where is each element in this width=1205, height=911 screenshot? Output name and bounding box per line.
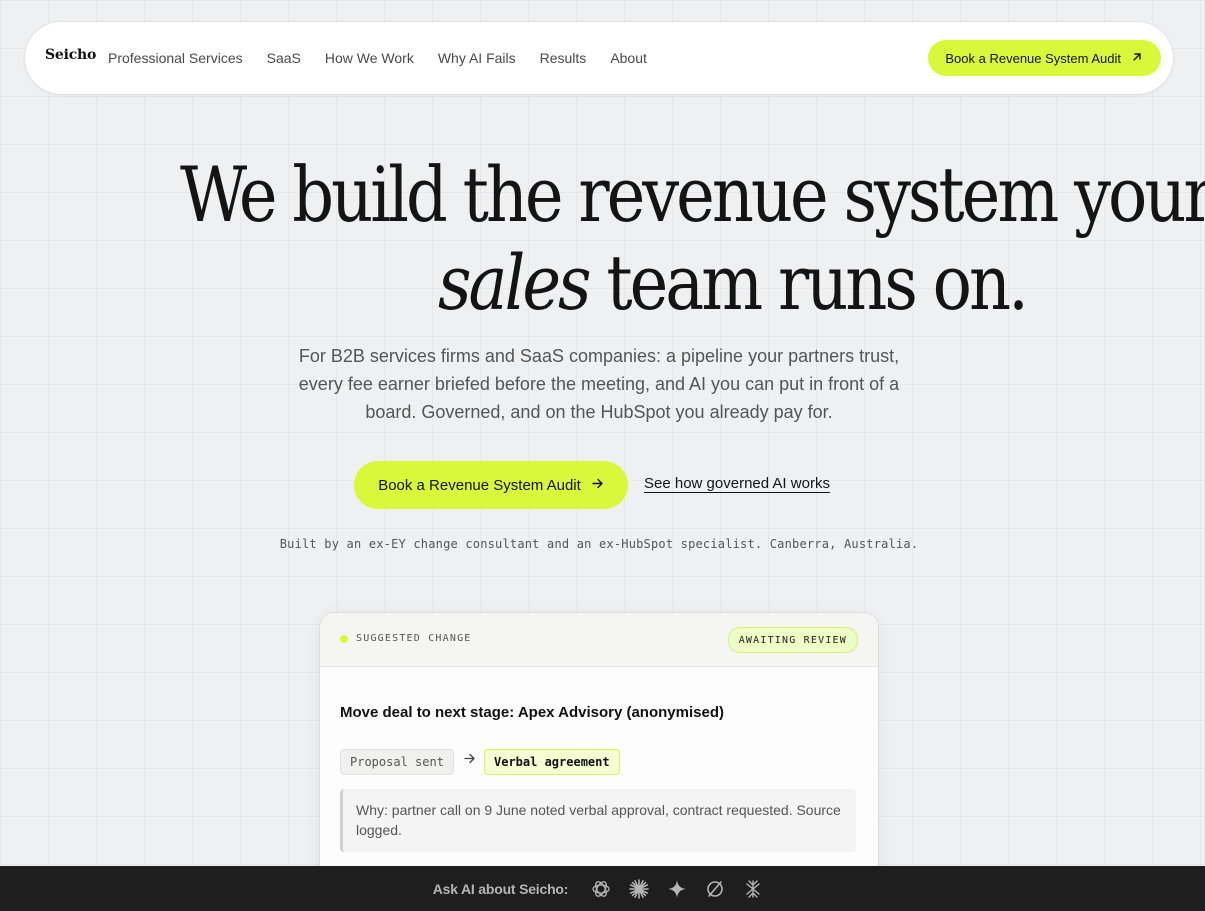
claude-icon[interactable] [628, 878, 650, 900]
grok-icon[interactable] [742, 878, 764, 900]
arrow-right-icon [591, 477, 604, 494]
nav-links: Professional Services SaaS How We Work W… [108, 50, 647, 66]
perplexity-icon[interactable] [704, 878, 726, 900]
logo[interactable]: Seicho [45, 47, 96, 63]
founders-credit: Built by an ex-EY change consultant and … [279, 537, 919, 551]
to-stage-chip: Verbal agreement [484, 749, 620, 775]
nav-link-how-we-work[interactable]: How We Work [325, 50, 414, 66]
from-stage-chip: Proposal sent [340, 749, 454, 775]
card-title: Move deal to next stage: Apex Advisory (… [340, 704, 724, 721]
card-label: SUGGESTED CHANGE [356, 633, 472, 644]
ask-ai-label: Ask AI about Seicho: [432, 880, 569, 897]
gemini-icon[interactable] [666, 878, 688, 900]
hero-heading-line1: We build the revenue system your [180, 150, 1205, 239]
book-audit-button[interactable]: Book a Revenue System Audit [354, 461, 628, 509]
nav-link-about[interactable]: About [610, 50, 647, 66]
arrow-up-right-icon [1131, 51, 1143, 66]
card-header: SUGGESTED CHANGE AWAITING REVIEW [320, 613, 878, 667]
status-badge: AWAITING REVIEW [727, 627, 858, 653]
nav-link-why-ai-fails[interactable]: Why AI Fails [438, 50, 516, 66]
openai-icon[interactable] [590, 878, 612, 900]
governed-ai-link[interactable]: See how governed AI works [644, 475, 830, 492]
change-reason: Why: partner call on 9 June noted verbal… [340, 789, 856, 852]
hero-heading-line2-rest: team runs on. [588, 238, 1029, 327]
ask-ai-bar: Ask AI about Seicho: [0, 866, 1205, 911]
book-audit-button-label: Book a Revenue System Audit [378, 476, 581, 494]
nav-audit-button-label: Book a Revenue System Audit [945, 50, 1121, 66]
hero-heading-line2: sales team runs on. [438, 238, 1029, 328]
hero-subtitle: For B2B services firms and SaaS companie… [298, 346, 900, 422]
nav-audit-button[interactable]: Book a Revenue System Audit [928, 40, 1161, 76]
status-dot-icon [340, 635, 348, 643]
nav-link-professional-services[interactable]: Professional Services [108, 50, 243, 66]
top-nav: Seicho Professional Services SaaS How We… [25, 22, 1173, 94]
stage-arrow-icon [463, 752, 476, 768]
nav-link-results[interactable]: Results [540, 50, 587, 66]
hero-heading-emphasis: sales [438, 238, 592, 327]
nav-link-saas[interactable]: SaaS [267, 50, 301, 66]
